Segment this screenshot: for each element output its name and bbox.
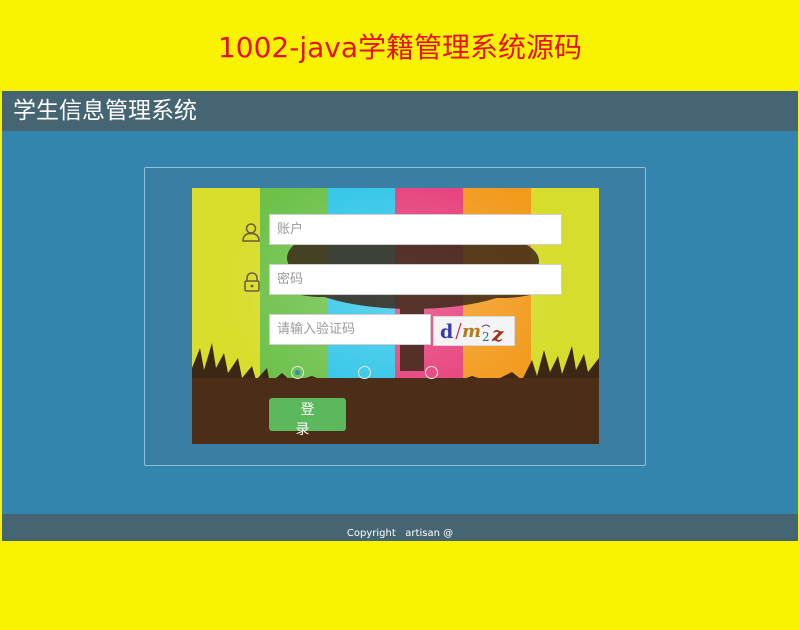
password-input[interactable] — [269, 264, 562, 295]
page-banner-title: 1002-java学籍管理系统源码 — [217, 31, 583, 64]
app-header: 学生信息管理系统 — [2, 91, 798, 131]
role-radio-1[interactable] — [291, 366, 304, 379]
login-button[interactable]: 登 录 — [269, 398, 346, 438]
captcha-glyphs: d m 2 z — [440, 321, 504, 346]
captcha-image[interactable]: d m 2 z — [433, 316, 515, 346]
login-background-scene: d m 2 z 登 录 — [192, 188, 599, 444]
login-panel: d m 2 z 登 录 — [144, 167, 646, 466]
username-input[interactable] — [269, 214, 562, 245]
role-radio-2[interactable] — [358, 366, 371, 379]
app-title: 学生信息管理系统 — [13, 98, 197, 124]
captcha-char: z — [491, 322, 504, 345]
lock-icon — [244, 272, 260, 292]
app-window: 学生信息管理系统 账户 请输入验证码 d m 2 z 登 录 Copyright… — [2, 91, 798, 541]
captcha-char: m — [462, 321, 481, 342]
user-icon — [242, 223, 260, 242]
ground — [192, 378, 599, 444]
role-radio-3[interactable] — [425, 366, 438, 379]
captcha-char: d — [440, 321, 453, 343]
captcha-input[interactable] — [269, 314, 431, 345]
app-footer: Copyright artisan @ — [2, 514, 798, 541]
copyright-text: Copyright artisan @ — [346, 528, 454, 539]
captcha-char: 2 — [482, 330, 490, 344]
